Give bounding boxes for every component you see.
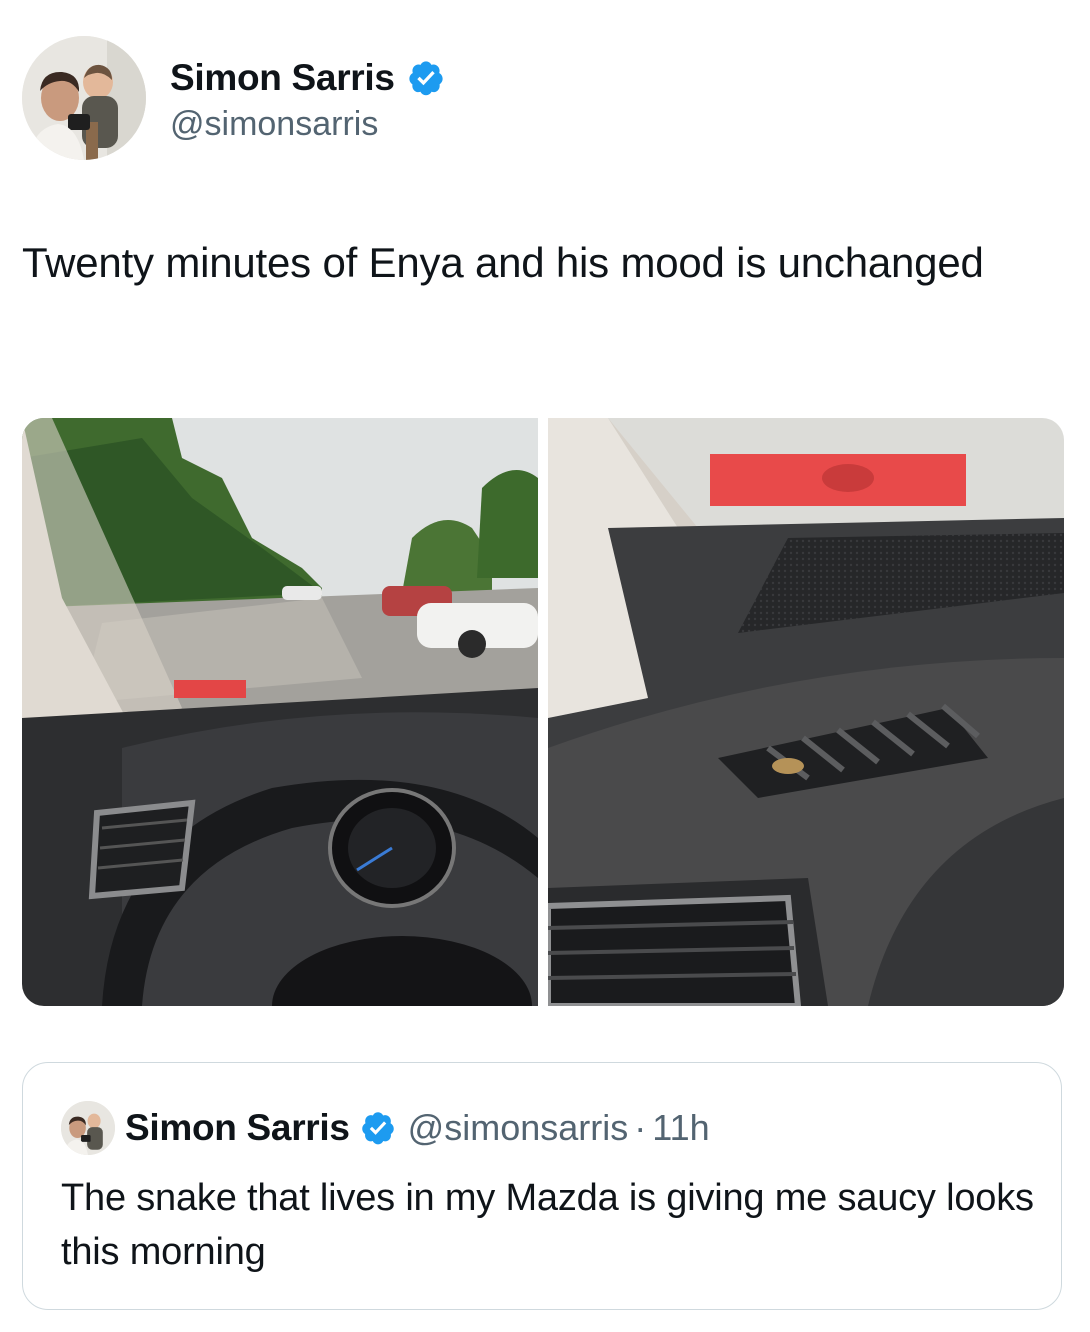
verified-badge-icon [361, 1112, 394, 1145]
media-photo-1[interactable] [22, 418, 538, 1006]
profile-photo-icon [22, 36, 146, 160]
author-display-name[interactable]: Simon Sarris [170, 57, 395, 99]
car-interior-photo-icon [22, 418, 538, 1006]
dashboard-vent-photo-icon [548, 418, 1064, 1006]
profile-photo-icon [61, 1101, 115, 1155]
quoted-tweet[interactable]: Simon Sarris @simonsarris · 11h The snak… [22, 1062, 1062, 1310]
verified-badge-icon [409, 60, 443, 95]
author-avatar[interactable] [22, 36, 146, 160]
separator-dot: · [634, 1107, 647, 1148]
quoted-tweet-timestamp[interactable]: 11h [652, 1107, 709, 1149]
quoted-author-handle[interactable]: @simonsarris [408, 1107, 629, 1149]
quoted-author-avatar[interactable] [61, 1101, 115, 1155]
quoted-author-display-name[interactable]: Simon Sarris [125, 1107, 350, 1149]
tweet-author: Simon Sarris @simonsarris [22, 36, 445, 160]
tweet-text: Twenty minutes of Enya and his mood is u… [22, 239, 984, 286]
tweet-media [22, 418, 1064, 1006]
media-photo-2[interactable] [548, 418, 1064, 1006]
quoted-tweet-header: Simon Sarris @simonsarris · 11h [61, 1101, 710, 1155]
author-handle[interactable]: @simonsarris [170, 105, 445, 144]
quoted-tweet-text: The snake that lives in my Mazda is givi… [61, 1177, 1034, 1273]
